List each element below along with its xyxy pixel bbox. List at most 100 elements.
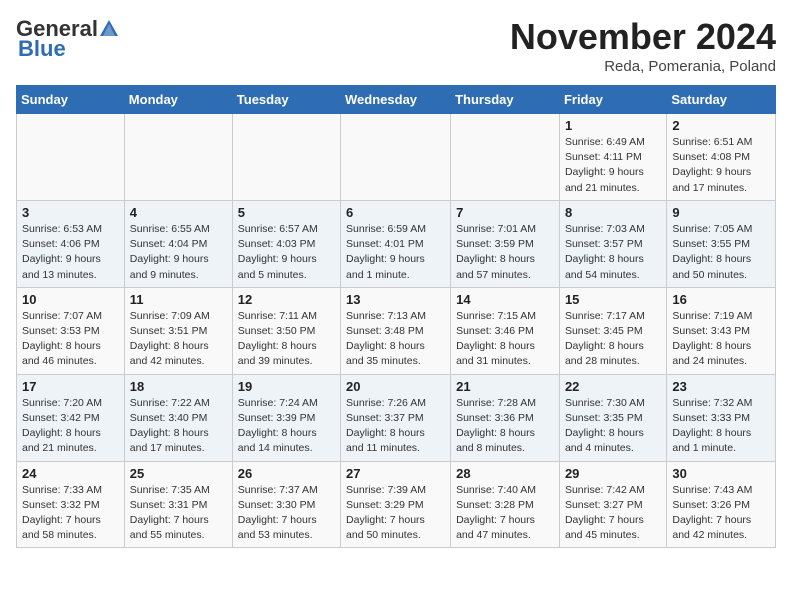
day-cell: 9 Sunrise: 7:05 AM Sunset: 3:55 PM Daylig… xyxy=(667,200,776,287)
day-info: Sunrise: 7:37 AM Sunset: 3:30 PM Dayligh… xyxy=(238,483,335,544)
day-info: Sunrise: 7:07 AM Sunset: 3:53 PM Dayligh… xyxy=(22,309,119,370)
day-info: Sunrise: 7:43 AM Sunset: 3:26 PM Dayligh… xyxy=(672,483,770,544)
day-number: 20 xyxy=(346,379,445,394)
day-info: Sunrise: 6:55 AM Sunset: 4:04 PM Dayligh… xyxy=(130,222,227,283)
day-number: 26 xyxy=(238,466,335,481)
day-number: 10 xyxy=(22,292,119,307)
day-info: Sunrise: 7:13 AM Sunset: 3:48 PM Dayligh… xyxy=(346,309,445,370)
day-cell: 17 Sunrise: 7:20 AM Sunset: 3:42 PM Dayli… xyxy=(17,374,125,461)
day-cell: 4 Sunrise: 6:55 AM Sunset: 4:04 PM Daylig… xyxy=(124,200,232,287)
day-cell: 3Sunrise: 6:53 AM Sunset: 4:06 PM Daylig… xyxy=(17,200,125,287)
day-info: Sunrise: 7:42 AM Sunset: 3:27 PM Dayligh… xyxy=(565,483,661,544)
day-info: Sunrise: 6:53 AM Sunset: 4:06 PM Dayligh… xyxy=(22,222,119,283)
day-cell: 2 Sunrise: 6:51 AM Sunset: 4:08 PM Daylig… xyxy=(667,114,776,201)
col-header-wednesday: Wednesday xyxy=(341,86,451,114)
day-info: Sunrise: 7:30 AM Sunset: 3:35 PM Dayligh… xyxy=(565,396,661,457)
day-number: 25 xyxy=(130,466,227,481)
day-cell: 29 Sunrise: 7:42 AM Sunset: 3:27 PM Dayli… xyxy=(559,461,666,548)
day-number: 18 xyxy=(130,379,227,394)
header-row: SundayMondayTuesdayWednesdayThursdayFrid… xyxy=(17,86,776,114)
title-block: November 2024 Reda, Pomerania, Poland xyxy=(510,16,776,75)
day-number: 17 xyxy=(22,379,119,394)
day-cell: 6Sunrise: 6:59 AM Sunset: 4:01 PM Daylig… xyxy=(341,200,451,287)
day-number: 9 xyxy=(672,205,770,220)
day-number: 16 xyxy=(672,292,770,307)
logo: General Blue xyxy=(16,16,120,62)
day-number: 14 xyxy=(456,292,554,307)
day-cell: 22 Sunrise: 7:30 AM Sunset: 3:35 PM Dayli… xyxy=(559,374,666,461)
day-info: Sunrise: 7:35 AM Sunset: 3:31 PM Dayligh… xyxy=(130,483,227,544)
day-cell: 25 Sunrise: 7:35 AM Sunset: 3:31 PM Dayli… xyxy=(124,461,232,548)
day-info: Sunrise: 7:33 AM Sunset: 3:32 PM Dayligh… xyxy=(22,483,119,544)
day-cell: 20 Sunrise: 7:26 AM Sunset: 3:37 PM Dayli… xyxy=(341,374,451,461)
day-cell: 7 Sunrise: 7:01 AM Sunset: 3:59 PM Daylig… xyxy=(451,200,560,287)
day-number: 2 xyxy=(672,118,770,133)
day-info: Sunrise: 7:05 AM Sunset: 3:55 PM Dayligh… xyxy=(672,222,770,283)
calendar-header: SundayMondayTuesdayWednesdayThursdayFrid… xyxy=(17,86,776,114)
day-number: 7 xyxy=(456,205,554,220)
day-info: Sunrise: 7:22 AM Sunset: 3:40 PM Dayligh… xyxy=(130,396,227,457)
day-number: 4 xyxy=(130,205,227,220)
day-info: Sunrise: 7:19 AM Sunset: 3:43 PM Dayligh… xyxy=(672,309,770,370)
calendar-table: SundayMondayTuesdayWednesdayThursdayFrid… xyxy=(16,85,776,548)
day-number: 27 xyxy=(346,466,445,481)
day-info: Sunrise: 7:20 AM Sunset: 3:42 PM Dayligh… xyxy=(22,396,119,457)
week-row-4: 17 Sunrise: 7:20 AM Sunset: 3:42 PM Dayli… xyxy=(17,374,776,461)
day-cell: 8Sunrise: 7:03 AM Sunset: 3:57 PM Daylig… xyxy=(559,200,666,287)
day-cell: 28 Sunrise: 7:40 AM Sunset: 3:28 PM Dayli… xyxy=(451,461,560,548)
day-cell: 23Sunrise: 7:32 AM Sunset: 3:33 PM Dayli… xyxy=(667,374,776,461)
day-number: 1 xyxy=(565,118,661,133)
day-cell xyxy=(232,114,340,201)
month-title: November 2024 xyxy=(510,16,776,58)
day-cell xyxy=(451,114,560,201)
day-cell: 27 Sunrise: 7:39 AM Sunset: 3:29 PM Dayli… xyxy=(341,461,451,548)
col-header-saturday: Saturday xyxy=(667,86,776,114)
day-cell: 19 Sunrise: 7:24 AM Sunset: 3:39 PM Dayli… xyxy=(232,374,340,461)
week-row-2: 3Sunrise: 6:53 AM Sunset: 4:06 PM Daylig… xyxy=(17,200,776,287)
day-number: 22 xyxy=(565,379,661,394)
day-info: Sunrise: 7:03 AM Sunset: 3:57 PM Dayligh… xyxy=(565,222,661,283)
day-cell: 16 Sunrise: 7:19 AM Sunset: 3:43 PM Dayli… xyxy=(667,287,776,374)
day-info: Sunrise: 6:49 AM Sunset: 4:11 PM Dayligh… xyxy=(565,135,661,196)
day-info: Sunrise: 7:26 AM Sunset: 3:37 PM Dayligh… xyxy=(346,396,445,457)
day-cell: 30 Sunrise: 7:43 AM Sunset: 3:26 PM Dayli… xyxy=(667,461,776,548)
day-number: 23 xyxy=(672,379,770,394)
col-header-tuesday: Tuesday xyxy=(232,86,340,114)
day-number: 30 xyxy=(672,466,770,481)
col-header-friday: Friday xyxy=(559,86,666,114)
day-number: 11 xyxy=(130,292,227,307)
day-cell: 11 Sunrise: 7:09 AM Sunset: 3:51 PM Dayli… xyxy=(124,287,232,374)
day-info: Sunrise: 7:40 AM Sunset: 3:28 PM Dayligh… xyxy=(456,483,554,544)
day-number: 15 xyxy=(565,292,661,307)
day-cell: 12Sunrise: 7:11 AM Sunset: 3:50 PM Dayli… xyxy=(232,287,340,374)
day-cell: 24 Sunrise: 7:33 AM Sunset: 3:32 PM Dayli… xyxy=(17,461,125,548)
day-info: Sunrise: 7:24 AM Sunset: 3:39 PM Dayligh… xyxy=(238,396,335,457)
day-info: Sunrise: 6:51 AM Sunset: 4:08 PM Dayligh… xyxy=(672,135,770,196)
day-number: 29 xyxy=(565,466,661,481)
day-info: Sunrise: 7:01 AM Sunset: 3:59 PM Dayligh… xyxy=(456,222,554,283)
day-cell: 18 Sunrise: 7:22 AM Sunset: 3:40 PM Dayli… xyxy=(124,374,232,461)
location: Reda, Pomerania, Poland xyxy=(510,58,776,75)
day-cell: 10 Sunrise: 7:07 AM Sunset: 3:53 PM Dayli… xyxy=(17,287,125,374)
day-number: 13 xyxy=(346,292,445,307)
day-number: 19 xyxy=(238,379,335,394)
day-cell xyxy=(124,114,232,201)
day-cell: 21Sunrise: 7:28 AM Sunset: 3:36 PM Dayli… xyxy=(451,374,560,461)
day-cell: 13 Sunrise: 7:13 AM Sunset: 3:48 PM Dayli… xyxy=(341,287,451,374)
col-header-monday: Monday xyxy=(124,86,232,114)
calendar-body: 1 Sunrise: 6:49 AM Sunset: 4:11 PM Daylig… xyxy=(17,114,776,548)
day-info: Sunrise: 7:39 AM Sunset: 3:29 PM Dayligh… xyxy=(346,483,445,544)
day-number: 21 xyxy=(456,379,554,394)
day-info: Sunrise: 6:57 AM Sunset: 4:03 PM Dayligh… xyxy=(238,222,335,283)
day-info: Sunrise: 7:09 AM Sunset: 3:51 PM Dayligh… xyxy=(130,309,227,370)
day-cell: 1 Sunrise: 6:49 AM Sunset: 4:11 PM Daylig… xyxy=(559,114,666,201)
page-header: General Blue November 2024 Reda, Pomeran… xyxy=(16,16,776,75)
logo-blue-text: Blue xyxy=(18,36,66,62)
week-row-5: 24 Sunrise: 7:33 AM Sunset: 3:32 PM Dayli… xyxy=(17,461,776,548)
day-number: 5 xyxy=(238,205,335,220)
day-number: 24 xyxy=(22,466,119,481)
week-row-1: 1 Sunrise: 6:49 AM Sunset: 4:11 PM Daylig… xyxy=(17,114,776,201)
col-header-sunday: Sunday xyxy=(17,86,125,114)
day-cell: 5 Sunrise: 6:57 AM Sunset: 4:03 PM Daylig… xyxy=(232,200,340,287)
day-number: 28 xyxy=(456,466,554,481)
